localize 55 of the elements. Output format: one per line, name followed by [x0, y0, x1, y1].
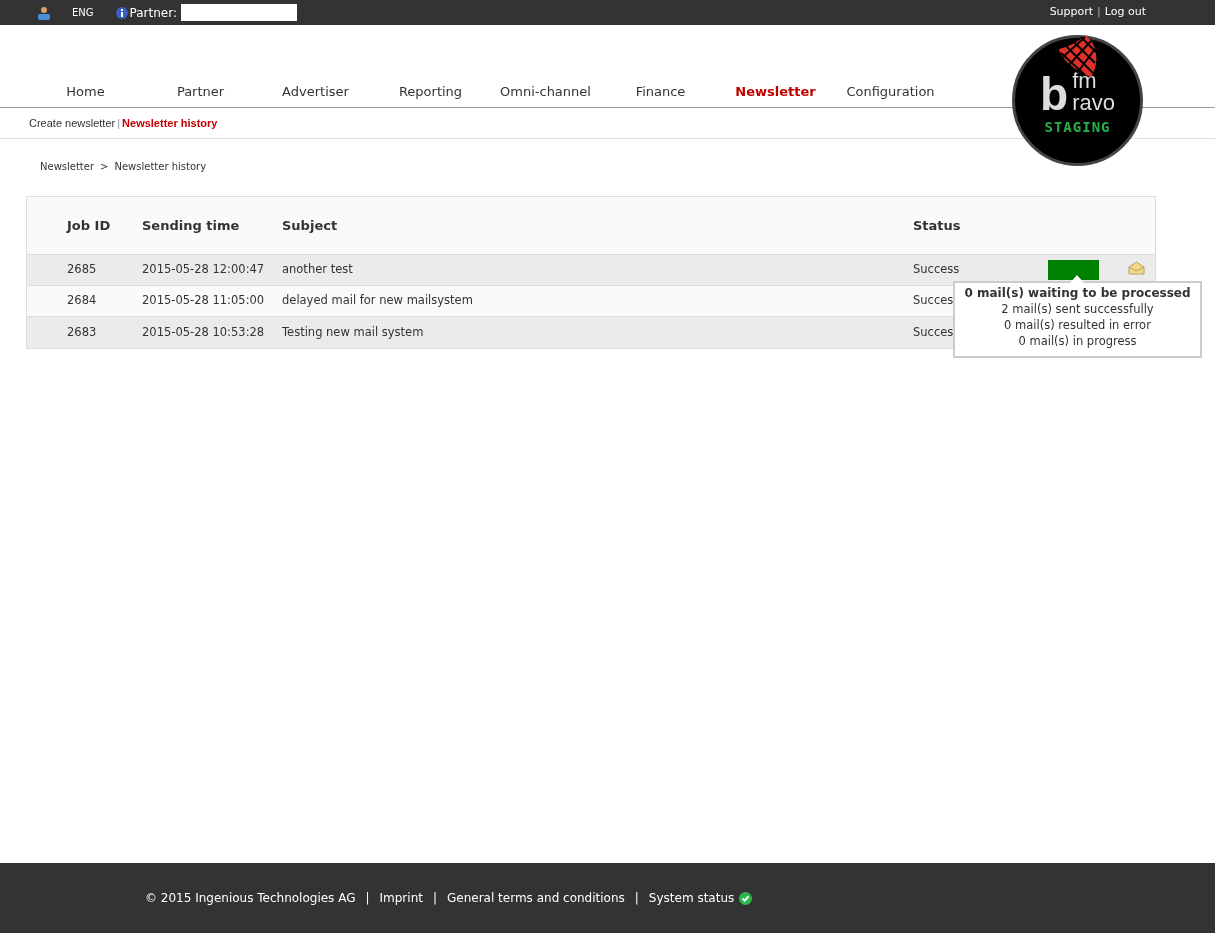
- nav-tab[interactable]: Configuration: [833, 82, 948, 102]
- info-icon: [115, 6, 128, 19]
- copyright-text: © 2015 Ingenious Technologies AG: [145, 890, 356, 907]
- column-header: Status: [913, 217, 961, 233]
- tooltip-title: 0 mail(s) waiting to be processed: [964, 285, 1191, 301]
- table-cell: delayed mail for new mailsystem: [282, 293, 473, 308]
- footer-link[interactable]: General terms and conditions: [447, 889, 625, 907]
- table-cell: 2015-05-28 10:53:28: [142, 324, 265, 339]
- table-cell: Success: [913, 262, 960, 277]
- header-link[interactable]: Log out: [1104, 4, 1146, 21]
- nav-tab[interactable]: Partner: [143, 82, 258, 102]
- separator: |: [1097, 4, 1101, 21]
- table-cell: Succes: [913, 293, 954, 308]
- tooltip-text: 0 mail(s) in progress: [1018, 333, 1137, 349]
- nav-tab[interactable]: Omni-channel: [488, 82, 603, 102]
- separator: |: [634, 890, 639, 907]
- table-cell: Succes: [913, 324, 954, 339]
- nav-tab[interactable]: Finance: [603, 82, 718, 102]
- table-cell: 2683: [67, 324, 97, 339]
- staging-label: STAGING: [1044, 117, 1111, 137]
- table-cell: 2015-05-28 11:05:00: [142, 293, 265, 308]
- separator: |: [432, 890, 437, 907]
- column-header: Subject: [282, 217, 338, 233]
- check-icon: [739, 891, 753, 905]
- separator: |: [117, 115, 121, 131]
- user-icon: [37, 5, 51, 20]
- column-header: Job ID: [67, 217, 111, 233]
- logo-text: fm: [1072, 69, 1098, 92]
- table-cell: Testing new mail system: [282, 324, 424, 339]
- table-cell: another test: [282, 262, 353, 277]
- separator: |: [365, 890, 370, 907]
- breadcrumb-link[interactable]: Newsletter history: [114, 159, 207, 196]
- breadcrumb-link[interactable]: Newsletter: [40, 159, 95, 196]
- table-cell: 2685: [67, 262, 97, 277]
- envelope-icon[interactable]: [1128, 261, 1145, 275]
- nav-tab[interactable]: Advertiser: [258, 82, 373, 102]
- nav-tab[interactable]: Newsletter: [718, 82, 833, 102]
- tooltip-text: 0 mail(s) resulted in error: [1004, 317, 1151, 333]
- tooltip-text: 2 mail(s) sent successfully: [1001, 301, 1154, 317]
- nav-tab[interactable]: Home: [28, 82, 143, 102]
- footer-link[interactable]: Imprint: [379, 889, 423, 907]
- subnav-link[interactable]: Newsletter history: [122, 114, 218, 132]
- subnav-link[interactable]: Create newsletter: [29, 114, 116, 132]
- partner-input[interactable]: [181, 4, 297, 21]
- table-cell: 2015-05-28 12:00:47: [142, 262, 265, 277]
- logo-text: ravo: [1072, 91, 1115, 114]
- logo-letter: b: [1040, 70, 1069, 117]
- breadcrumb-separator: >: [100, 160, 109, 174]
- nav-tab[interactable]: Reporting: [373, 82, 488, 102]
- language-link[interactable]: ENG: [72, 5, 94, 20]
- header-link[interactable]: Support: [1049, 4, 1094, 21]
- table-cell: 2684: [67, 293, 97, 308]
- column-header: Sending time: [142, 217, 240, 233]
- partner-label: Partner:: [129, 4, 177, 22]
- footer-link[interactable]: System status: [648, 889, 735, 907]
